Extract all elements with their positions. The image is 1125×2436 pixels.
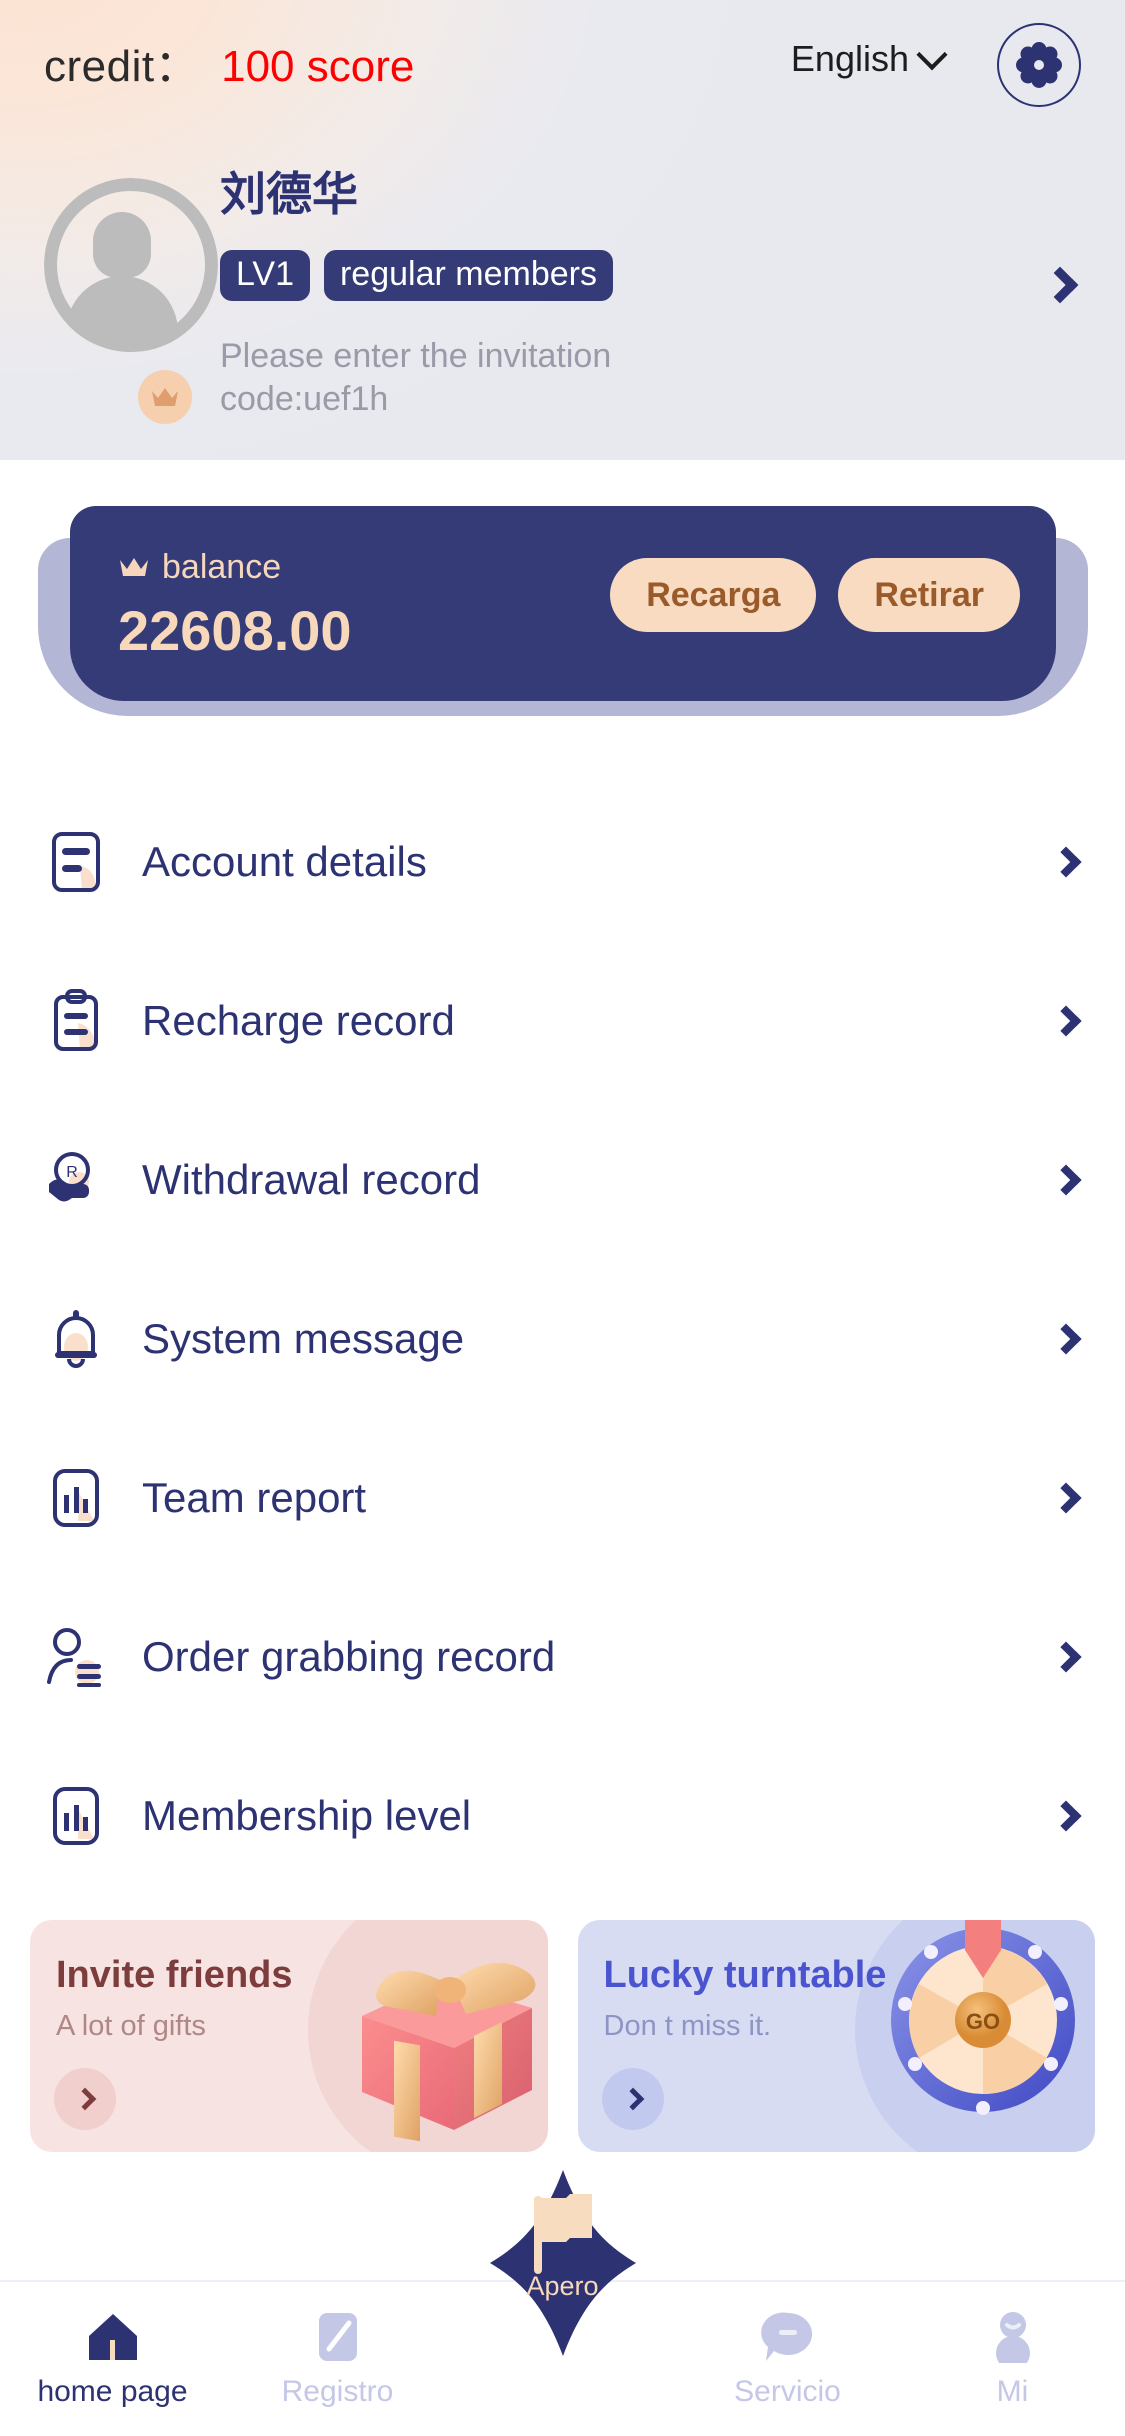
- home-icon: [87, 2311, 139, 2363]
- chevron-down-icon: [916, 39, 948, 71]
- balance-label: balance: [162, 548, 282, 586]
- chevron-right-icon: [1050, 1322, 1082, 1355]
- menu-item-account-details[interactable]: Account details: [0, 782, 1125, 941]
- chat-bubble-icon: [760, 2311, 816, 2363]
- gear-icon: [1016, 42, 1062, 88]
- chevron-right-icon: [621, 2087, 644, 2111]
- chevron-right-icon: [1050, 1481, 1082, 1514]
- promo-card-lucky-turntable[interactable]: Lucky turntable Don t miss it. GO: [577, 1920, 1095, 2152]
- flag-icon: [533, 2194, 592, 2274]
- tab-label: home page: [37, 2375, 188, 2408]
- promo-title: Invite friends: [56, 1954, 293, 1996]
- promo-subtitle: A lot of gifts: [56, 2010, 206, 2042]
- profile-header: credit： 100 score English 刘德华 LV1 regula…: [0, 0, 1125, 460]
- profile-badges: LV1 regular members: [220, 250, 613, 301]
- wheel-go-label: GO: [966, 2009, 1000, 2034]
- recharge-button[interactable]: Recarga: [610, 558, 817, 632]
- chevron-right-icon: [1050, 1163, 1082, 1196]
- promo-go-button[interactable]: [54, 2068, 116, 2130]
- hand-coin-r-icon: R: [42, 1150, 110, 1210]
- profile-chevron-right-icon[interactable]: [1041, 266, 1079, 304]
- bar-chart-icon: [42, 1467, 110, 1529]
- settings-button[interactable]: [997, 23, 1081, 107]
- tab-label: Mi: [996, 2375, 1029, 2408]
- credit-value: 100 score: [221, 42, 415, 91]
- chevron-right-icon: [1050, 845, 1082, 878]
- level-badge: LV1: [220, 250, 310, 301]
- document-lines-icon: [42, 830, 110, 894]
- menu-item-team-report[interactable]: Team report: [0, 1418, 1125, 1577]
- bar-chart-icon: [42, 1785, 110, 1847]
- menu-list: Account details Recharge record R Withdr…: [0, 782, 1125, 1895]
- invitation-code-note[interactable]: Please enter the invitation code:uef1h: [220, 335, 780, 420]
- tab-label: Registro: [281, 2375, 394, 2408]
- promo-cards: Invite friends A lot of gifts Lucky turn…: [0, 1920, 1125, 2152]
- person-list-icon: [42, 1626, 110, 1688]
- language-label: English: [790, 38, 909, 79]
- menu-item-label: Withdrawal record: [142, 1155, 481, 1203]
- fortune-wheel-illustration: GO: [891, 1920, 1075, 2115]
- menu-item-membership-level[interactable]: Membership level: [0, 1736, 1125, 1895]
- menu-item-label: Order grabbing record: [142, 1632, 556, 1680]
- menu-item-order-grabbing-record[interactable]: Order grabbing record: [0, 1577, 1125, 1736]
- balance-label-row: balance: [118, 548, 281, 587]
- credit-row: credit： 100 score: [44, 30, 414, 94]
- tab-label: Servicio: [734, 2375, 841, 2408]
- menu-item-withdrawal-record[interactable]: R Withdrawal record: [0, 1100, 1125, 1259]
- language-selector[interactable]: English: [790, 38, 948, 80]
- crown-badge: [138, 370, 192, 424]
- chevron-right-icon: [1050, 1799, 1082, 1832]
- svg-text:R: R: [66, 1164, 78, 1181]
- promo-title: Lucky turntable: [603, 1954, 887, 1996]
- menu-item-recharge-record[interactable]: Recharge record: [0, 941, 1125, 1100]
- tab-servicio[interactable]: Servicio: [675, 2282, 900, 2436]
- menu-item-label: System message: [142, 1314, 465, 1362]
- promo-go-button[interactable]: [601, 2068, 664, 2130]
- clipboard-icon: [42, 988, 110, 1053]
- menu-item-label: Team report: [142, 1473, 367, 1521]
- chevron-right-icon: [73, 2087, 97, 2111]
- note-icon: [315, 2311, 361, 2363]
- menu-item-label: Membership level: [142, 1791, 472, 1839]
- menu-item-label: Account details: [142, 837, 427, 885]
- fab-label: Apero: [526, 2271, 599, 2301]
- bell-icon: [42, 1307, 110, 1371]
- menu-item-system-message[interactable]: System message: [0, 1259, 1125, 1418]
- menu-item-label: Recharge record: [142, 996, 455, 1044]
- tab-home-page[interactable]: home page: [0, 2282, 225, 2436]
- person-icon: [989, 2311, 1037, 2363]
- promo-card-invite-friends[interactable]: Invite friends A lot of gifts: [30, 1920, 548, 2152]
- balance-card: balance 22608.00 Recarga Retirar: [70, 506, 1056, 701]
- apero-fab-button[interactable]: Apero: [488, 2168, 638, 2358]
- crown-icon: [120, 557, 148, 576]
- credit-label: credit：: [44, 42, 200, 91]
- app-root: credit： 100 score English 刘德华 LV1 regula…: [0, 0, 1125, 2436]
- balance-actions: Recarga Retirar: [610, 558, 1020, 632]
- chevron-right-icon: [1050, 1640, 1082, 1673]
- avatar[interactable]: [44, 178, 218, 352]
- tab-registro[interactable]: Registro: [225, 2282, 450, 2436]
- withdraw-button[interactable]: Retirar: [838, 558, 1020, 632]
- membership-badge: regular members: [323, 250, 613, 301]
- balance-amount: 22608.00: [118, 599, 352, 662]
- crown-icon: [152, 388, 178, 406]
- username: 刘德华: [220, 168, 358, 220]
- promo-subtitle: Don t miss it.: [603, 2010, 772, 2042]
- chevron-right-icon: [1050, 1004, 1082, 1037]
- gift-box-illustration: [361, 1962, 535, 2142]
- tab-mi[interactable]: Mi: [900, 2282, 1125, 2436]
